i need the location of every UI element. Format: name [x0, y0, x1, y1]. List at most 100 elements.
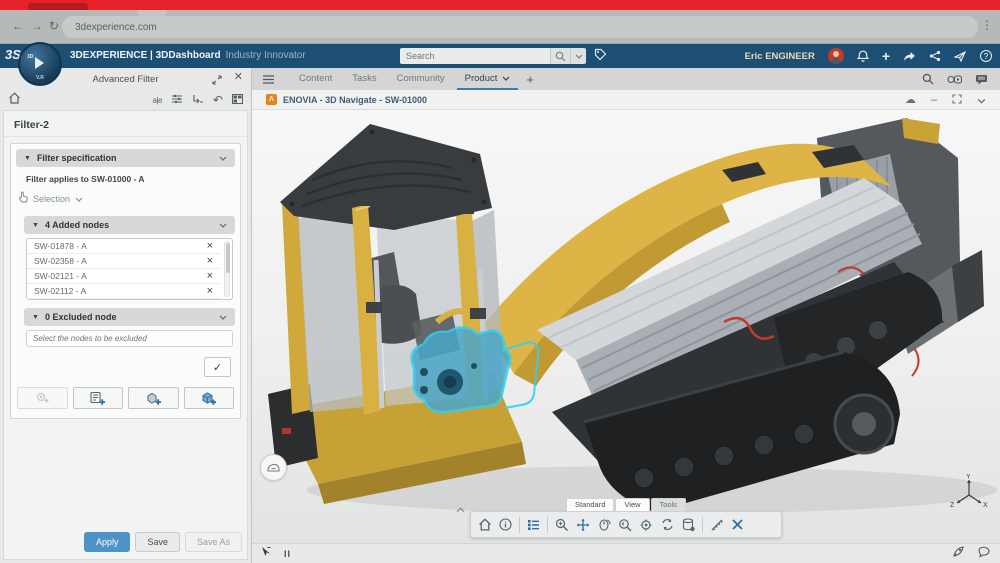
close-widget-icon[interactable]: ✕ — [234, 72, 243, 90]
list-plus-button[interactable] — [73, 387, 124, 409]
list-item[interactable]: SW-02121 - A × — [27, 269, 220, 284]
scrollbar[interactable] — [224, 241, 230, 297]
filter-specification-header[interactable]: ▼ Filter specification — [16, 149, 235, 167]
browser-menu-icon[interactable]: ⋮ — [981, 18, 993, 32]
user-name[interactable]: Eric ENGINEER — [745, 51, 815, 62]
excluded-nodes-header[interactable]: ▼ 0 Excluded node — [24, 308, 235, 326]
home-view-icon[interactable] — [478, 518, 492, 531]
remove-node-icon[interactable]: × — [207, 271, 213, 281]
list-item[interactable]: SW-02112 - A × — [27, 284, 220, 299]
pan-icon[interactable] — [576, 518, 590, 532]
toolbar-tab-tools[interactable]: Tools — [651, 498, 687, 511]
rename-filter-icon[interactable]: a|e — [152, 96, 161, 105]
list-item[interactable]: SW-01878 - A × — [27, 239, 220, 254]
undo-icon[interactable]: ↶ — [213, 95, 223, 105]
minimize-icon[interactable]: – — [931, 94, 937, 106]
select-cursor-icon[interactable] — [261, 545, 272, 563]
user-avatar[interactable] — [828, 48, 844, 64]
chevron-down-icon[interactable] — [219, 156, 227, 161]
selection-mode[interactable]: Selection — [18, 190, 235, 208]
scrollbar-thumb[interactable] — [226, 243, 230, 273]
plane-icon[interactable] — [954, 50, 967, 62]
part-plus-button[interactable] — [128, 387, 179, 409]
zoom-icon[interactable] — [555, 518, 569, 532]
cloud-icon[interactable]: ☁ — [905, 93, 916, 106]
url-text: 3dexperience.com — [75, 22, 157, 33]
tab-product[interactable]: Product — [455, 73, 521, 90]
tab-community[interactable]: Community — [387, 73, 455, 90]
hierarchy-icon[interactable] — [192, 91, 204, 109]
3d-model-drill-machine[interactable] — [252, 110, 1000, 543]
remove-node-icon[interactable]: × — [207, 256, 213, 266]
search-icon[interactable] — [550, 48, 570, 64]
turntable-icon[interactable] — [639, 518, 653, 532]
refresh-view-icon[interactable] — [660, 518, 675, 531]
cube-plus-button[interactable] — [184, 387, 235, 409]
home-icon[interactable] — [8, 91, 21, 109]
collapse-toolbar-icon[interactable] — [456, 500, 465, 518]
back-icon[interactable]: ← — [12, 19, 24, 33]
filter-options-icon[interactable] — [171, 91, 183, 109]
rocket-icon[interactable] — [952, 545, 965, 563]
axis-triad: Y X Z — [950, 474, 988, 519]
add-tab-icon[interactable]: + — [526, 72, 534, 87]
chevron-down-icon[interactable] — [219, 223, 227, 228]
zoom-area-icon[interactable] — [618, 518, 632, 532]
measure-icon[interactable] — [710, 518, 724, 532]
apply-button[interactable]: Apply — [84, 532, 131, 552]
tag-icon[interactable] — [594, 48, 607, 66]
panel-layout-icon[interactable] — [232, 91, 243, 109]
browser-tab[interactable] — [28, 3, 88, 10]
database-icon[interactable] — [682, 518, 695, 532]
confirm-check-button[interactable]: ✓ — [204, 357, 231, 377]
forward-icon[interactable]: → — [31, 19, 43, 33]
filter-panel: Filter-2 ▼ Filter specification Filter a… — [3, 110, 248, 560]
chevron-down-icon[interactable] — [977, 91, 986, 109]
chevron-down-icon[interactable] — [219, 315, 227, 320]
browser-theme-bar — [0, 0, 1000, 10]
added-nodes-list: SW-01878 - A × SW-02358 - A × SW-02121 -… — [26, 238, 233, 300]
reload-icon[interactable]: ↻ — [49, 19, 59, 33]
help-icon[interactable]: ? — [980, 50, 992, 62]
expand-widget-icon[interactable] — [212, 72, 222, 90]
close-toolbar-icon[interactable] — [731, 518, 744, 531]
comment-icon[interactable] — [978, 545, 991, 563]
excluded-nodes-input[interactable] — [26, 330, 233, 347]
search-page-icon[interactable] — [922, 72, 934, 90]
added-nodes-header[interactable]: ▼ 4 Added nodes — [24, 216, 235, 234]
list-item[interactable]: SW-02358 - A × — [27, 254, 220, 269]
share-arrow-icon[interactable] — [903, 51, 916, 62]
search-options-chevron-icon[interactable] — [570, 48, 586, 64]
menu-icon[interactable] — [262, 75, 275, 84]
remove-node-icon[interactable]: × — [207, 286, 213, 296]
3dexperience-compass[interactable]: 3D V.R — [18, 42, 62, 86]
toolbar-tab-view[interactable]: View — [615, 498, 649, 511]
svg-text:Z: Z — [950, 502, 955, 509]
save-as-button[interactable]: Save As — [185, 532, 242, 552]
remove-node-icon[interactable]: × — [207, 241, 213, 251]
3d-viewport[interactable]: Standard View Tools — [252, 110, 1000, 543]
info-icon[interactable] — [499, 518, 512, 531]
filter-applies-to: Filter applies to SW-01000 - A — [26, 174, 233, 184]
rotate-mouse-icon[interactable] — [597, 518, 611, 531]
viewer-robot-button[interactable] — [260, 454, 287, 481]
address-bar[interactable]: 3dexperience.com — [62, 16, 978, 38]
maximize-icon[interactable] — [952, 91, 962, 109]
screen: ← → ↻ 3dexperience.com ⋮ 3S 3DEXPERIENCE… — [0, 0, 1000, 563]
notifications-bell-icon[interactable] — [857, 50, 869, 63]
share-nodes-icon[interactable] — [929, 50, 941, 62]
tab-content[interactable]: Content — [289, 73, 342, 90]
model-tree-icon[interactable] — [527, 519, 540, 531]
add-content-icon[interactable]: + — [882, 48, 890, 64]
search-input[interactable] — [400, 48, 550, 64]
pause-icon[interactable]: II — [284, 549, 291, 559]
tab-tasks[interactable]: Tasks — [342, 73, 386, 90]
filter-card: ▼ Filter specification Filter applies to… — [10, 143, 241, 419]
toolbar-tab-standard[interactable]: Standard — [566, 498, 614, 511]
save-button[interactable]: Save — [135, 532, 180, 552]
comments-icon[interactable] — [975, 72, 988, 90]
media-play-icon[interactable] — [947, 72, 962, 90]
widget-title: Advanced Filter — [92, 74, 158, 85]
gear-plus-button[interactable] — [17, 387, 68, 409]
chevron-down-icon[interactable] — [75, 197, 83, 202]
